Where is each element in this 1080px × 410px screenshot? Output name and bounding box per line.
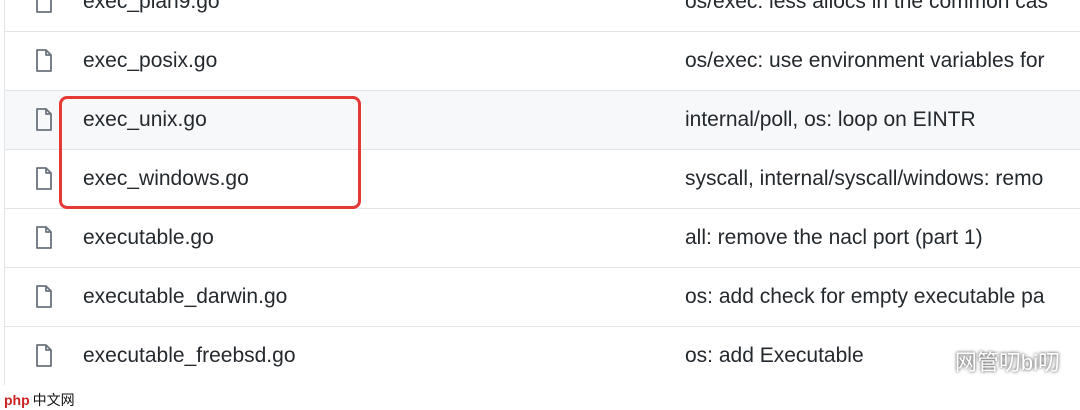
file-row-exec-windows[interactable]: exec_windows.go syscall, internal/syscal…	[5, 149, 1080, 208]
chat-icon	[918, 351, 947, 371]
file-row-exec-posix[interactable]: exec_posix.go os/exec: use environment v…	[5, 31, 1080, 90]
filename-link[interactable]: exec_posix.go	[83, 49, 217, 73]
commit-message-link[interactable]: os/exec: use environment variables for	[685, 49, 1045, 73]
commit-message-link[interactable]: syscall, internal/syscall/windows: remo	[685, 167, 1043, 191]
filename-link[interactable]: executable_freebsd.go	[83, 344, 296, 368]
site-watermark: php 中文网	[0, 390, 79, 410]
file-row-executable[interactable]: executable.go all: remove the nacl port …	[5, 208, 1080, 267]
commit-message-link[interactable]: internal/poll, os: loop on EINTR	[685, 108, 976, 132]
account-watermark: 网管叨bi叨	[918, 345, 1060, 377]
file-icon	[35, 226, 53, 250]
file-list: exec_plan9.go os/exec: less allocs in th…	[4, 0, 1080, 385]
file-icon	[35, 49, 53, 73]
file-row-exec-unix[interactable]: exec_unix.go internal/poll, os: loop on …	[5, 90, 1080, 149]
watermark-badge: php	[4, 392, 30, 408]
file-row-executable-darwin[interactable]: executable_darwin.go os: add check for e…	[5, 267, 1080, 326]
commit-message-link[interactable]: all: remove the nacl port (part 1)	[685, 226, 983, 250]
file-icon	[35, 344, 53, 368]
filename-link[interactable]: exec_unix.go	[83, 108, 207, 132]
commit-message-link[interactable]: os: add check for empty executable pa	[685, 285, 1045, 309]
file-icon	[35, 0, 53, 14]
watermark-account-name: 网管叨bi叨	[954, 350, 1060, 375]
file-icon	[35, 167, 53, 191]
file-icon	[35, 285, 53, 309]
commit-message-link[interactable]: os/exec: less allocs in the common cas	[685, 0, 1048, 14]
filename-link[interactable]: exec_plan9.go	[83, 0, 220, 14]
filename-link[interactable]: executable.go	[83, 226, 214, 250]
file-row-exec-plan9[interactable]: exec_plan9.go os/exec: less allocs in th…	[5, 0, 1080, 31]
filename-link[interactable]: executable_darwin.go	[83, 285, 287, 309]
filename-link[interactable]: exec_windows.go	[83, 167, 249, 191]
commit-message-link[interactable]: os: add Executable	[685, 344, 864, 368]
file-icon	[35, 108, 53, 132]
watermark-text: 中文网	[32, 392, 75, 408]
